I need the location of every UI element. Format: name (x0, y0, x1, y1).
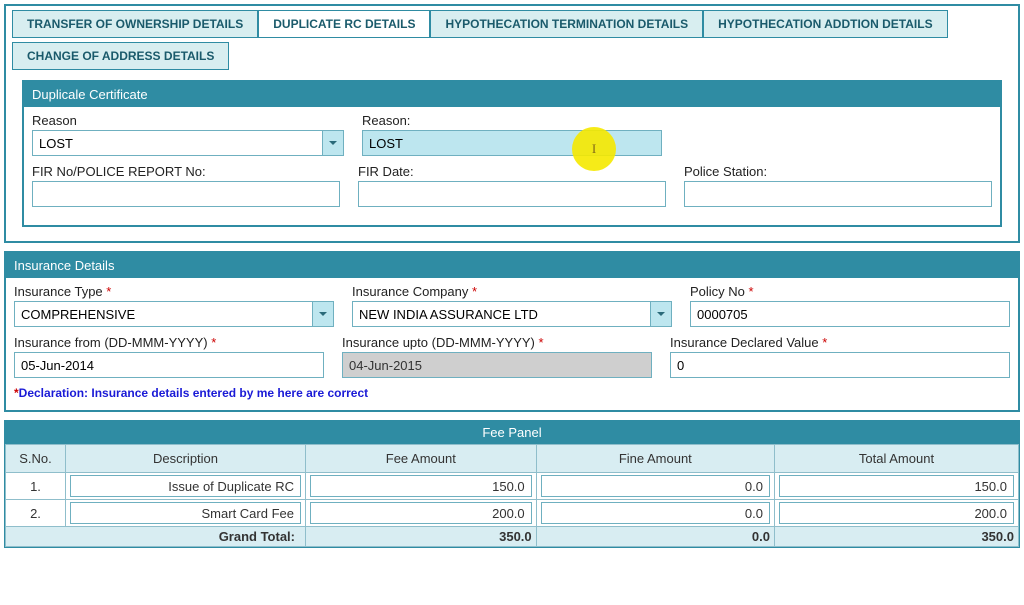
grand-total-fee: 350.0 (306, 527, 537, 547)
police-station-input[interactable] (684, 181, 992, 207)
tab-hypothecation-termination[interactable]: HYPOTHECATION TERMINATION DETAILS (430, 10, 703, 38)
fir-date-input[interactable] (358, 181, 666, 207)
table-row: 2. Smart Card Fee 200.0 0.0 200.0 (6, 500, 1019, 527)
fee-panel: Fee Panel S.No. Description Fee Amount F… (4, 420, 1020, 548)
insurance-company-combo[interactable] (352, 301, 672, 327)
insurance-type-label: Insurance Type * (14, 284, 334, 299)
cell-sno: 2. (6, 500, 66, 527)
insurance-company-value[interactable] (352, 301, 650, 327)
insurance-from-input[interactable] (14, 352, 324, 378)
duplicate-certificate-panel: Duplicale Certificate Reason Reason: I (22, 80, 1002, 227)
tab-change-address[interactable]: CHANGE OF ADDRESS DETAILS (12, 42, 229, 70)
fee-table: S.No. Description Fee Amount Fine Amount… (5, 444, 1019, 547)
cell-sno: 1. (6, 473, 66, 500)
chevron-down-icon (318, 309, 328, 319)
grand-total-label: Grand Total: (6, 527, 306, 547)
col-sno: S.No. (6, 445, 66, 473)
insurance-header: Insurance Details (6, 253, 1018, 278)
insurance-from-label: Insurance from (DD-MMM-YYYY) * (14, 335, 324, 350)
cell-total: 150.0 (779, 475, 1014, 497)
insurance-panel: Insurance Details Insurance Type * Insur… (4, 251, 1020, 412)
reason-label: Reason (32, 113, 344, 128)
cell-description: Smart Card Fee (70, 502, 301, 524)
fir-date-label: FIR Date: (358, 164, 666, 179)
insurance-upto-label: Insurance upto (DD-MMM-YYYY) * (342, 335, 652, 350)
col-fine-amount: Fine Amount (536, 445, 774, 473)
chevron-down-icon (328, 138, 338, 148)
tab-duplicate-rc[interactable]: DUPLICATE RC DETAILS (258, 10, 430, 38)
insurance-idv-input[interactable] (670, 352, 1010, 378)
cell-fine: 0.0 (541, 502, 770, 524)
cell-fee: 200.0 (310, 502, 532, 524)
fee-panel-title: Fee Panel (5, 421, 1019, 444)
tab-transfer-ownership[interactable]: TRANSFER OF OWNERSHIP DETAILS (12, 10, 258, 38)
grand-total-amount: 350.0 (774, 527, 1018, 547)
tab-bar: TRANSFER OF OWNERSHIP DETAILS DUPLICATE … (12, 10, 1012, 74)
cell-fee: 150.0 (310, 475, 532, 497)
grand-total-fine: 0.0 (536, 527, 774, 547)
duplicate-certificate-header: Duplicale Certificate (24, 82, 1000, 107)
tab-hypothecation-addition[interactable]: HYPOTHECATION ADDTION DETAILS (703, 10, 947, 38)
insurance-type-combo[interactable] (14, 301, 334, 327)
col-fee-amount: Fee Amount (306, 445, 537, 473)
fir-no-label: FIR No/POLICE REPORT No: (32, 164, 340, 179)
grand-total-row: Grand Total: 350.0 0.0 350.0 (6, 527, 1019, 547)
insurance-company-dropdown-button[interactable] (650, 301, 672, 327)
insurance-declaration: *Declaration: Insurance details entered … (14, 386, 1010, 400)
insurance-upto-input[interactable] (342, 352, 652, 378)
reason-select-value[interactable] (32, 130, 322, 156)
cell-fine: 0.0 (541, 475, 770, 497)
insurance-type-dropdown-button[interactable] (312, 301, 334, 327)
reason-text-label: Reason: (362, 113, 662, 128)
reason-dropdown-button[interactable] (322, 130, 344, 156)
chevron-down-icon (656, 309, 666, 319)
policy-no-input[interactable] (690, 301, 1010, 327)
cell-total: 200.0 (779, 502, 1014, 524)
col-total-amount: Total Amount (774, 445, 1018, 473)
fir-no-input[interactable] (32, 181, 340, 207)
cell-description: Issue of Duplicate RC (70, 475, 301, 497)
insurance-idv-label: Insurance Declared Value * (670, 335, 1010, 350)
col-description: Description (66, 445, 306, 473)
reason-text-input[interactable] (362, 130, 662, 156)
insurance-company-label: Insurance Company * (352, 284, 672, 299)
insurance-type-value[interactable] (14, 301, 312, 327)
main-panel: TRANSFER OF OWNERSHIP DETAILS DUPLICATE … (4, 4, 1020, 243)
table-row: 1. Issue of Duplicate RC 150.0 0.0 150.0 (6, 473, 1019, 500)
policy-no-label: Policy No * (690, 284, 1010, 299)
police-station-label: Police Station: (684, 164, 992, 179)
reason-combo[interactable] (32, 130, 344, 156)
